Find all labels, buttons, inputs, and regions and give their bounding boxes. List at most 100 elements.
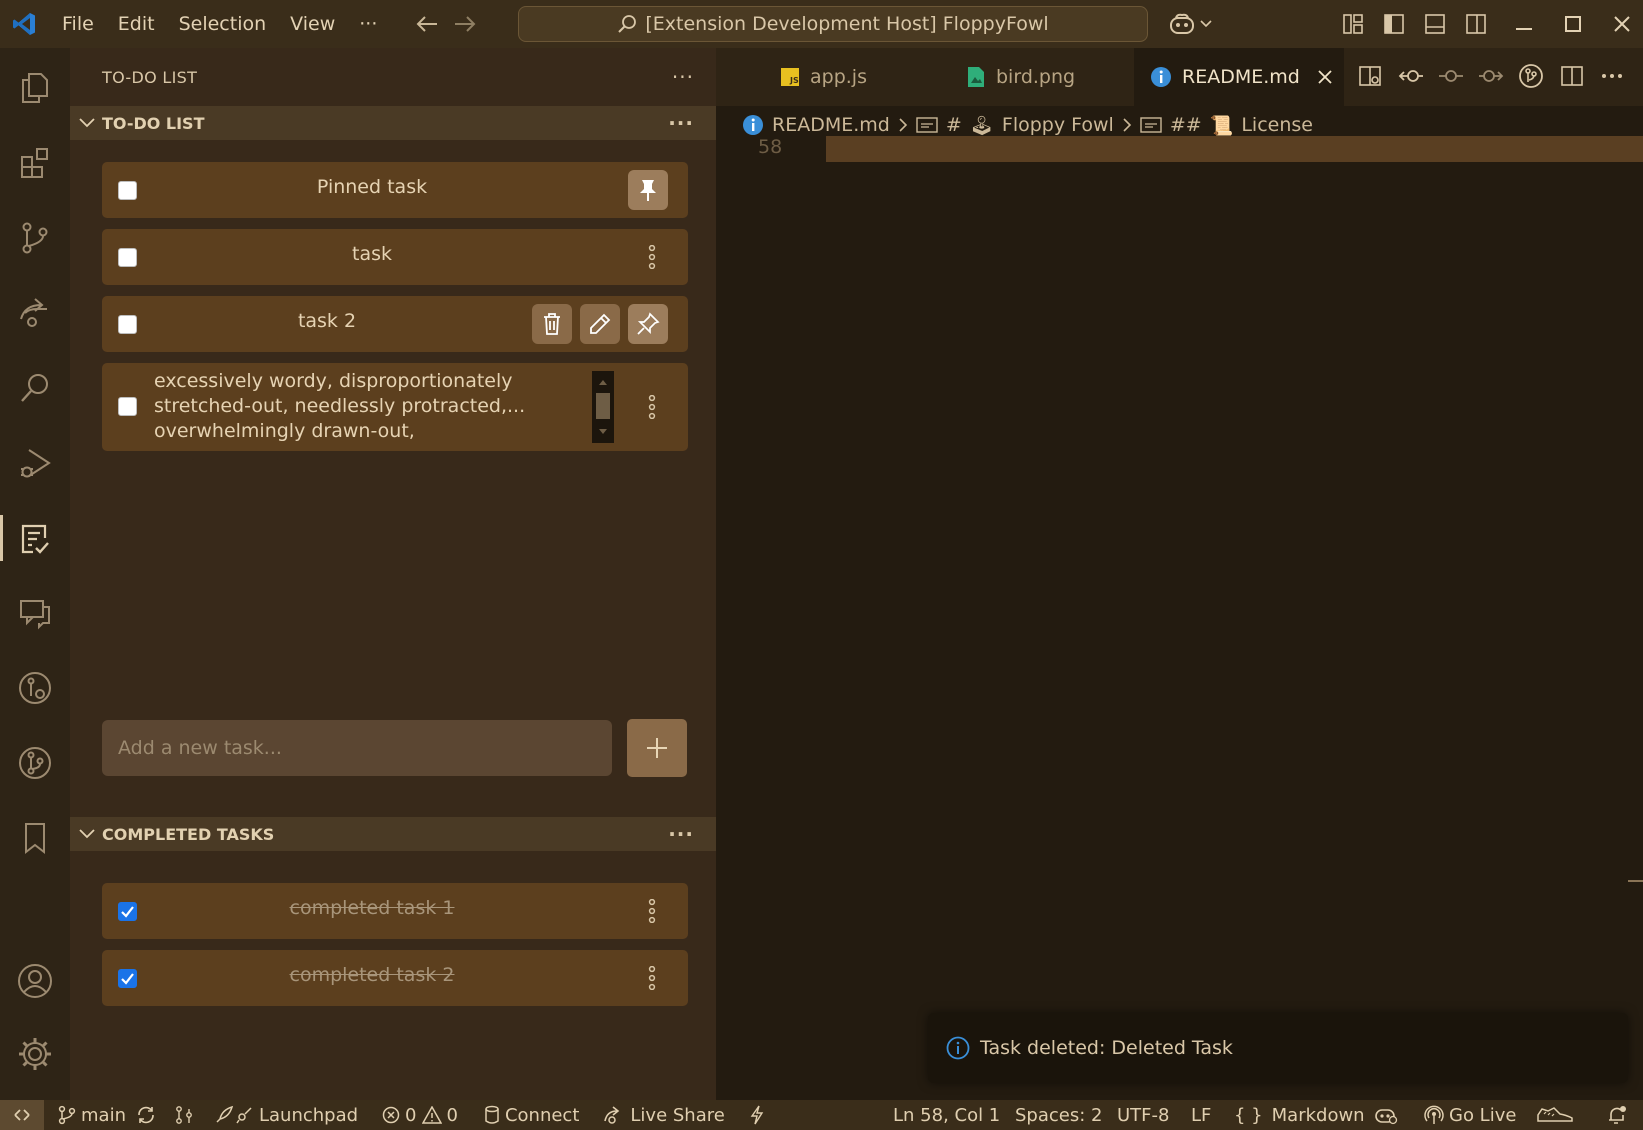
accounts-button[interactable] <box>0 946 70 1016</box>
toggle-panel-button[interactable] <box>1424 0 1446 48</box>
git-graph-button[interactable] <box>174 1105 194 1125</box>
task-checkbox[interactable] <box>118 181 137 200</box>
git-commit-button[interactable] <box>1438 64 1464 88</box>
manage-settings-button[interactable] <box>0 1019 70 1089</box>
todo-section-header[interactable]: TO-DO LIST ··· <box>70 106 716 140</box>
toggle-secondary-sidebar-button[interactable] <box>1465 0 1487 48</box>
vscode-logo-icon <box>0 0 48 48</box>
edit-task-button[interactable] <box>580 304 620 344</box>
copilot-menu-button[interactable] <box>1168 0 1212 48</box>
forward-arrow-icon[interactable] <box>453 14 477 34</box>
task-more-actions-icon[interactable] <box>642 896 662 926</box>
pin-task-button[interactable] <box>628 304 668 344</box>
explorer-button[interactable] <box>0 53 70 123</box>
split-editor-button[interactable] <box>1560 64 1584 88</box>
menu-more[interactable]: ··· <box>359 13 377 35</box>
notification-toast[interactable]: Task deleted: Deleted Task <box>928 1013 1628 1083</box>
completed-section-header[interactable]: COMPLETED TASKS ··· <box>70 817 716 851</box>
sidebar-more-actions[interactable]: ··· <box>672 65 694 89</box>
search-button[interactable] <box>0 353 70 423</box>
encoding[interactable]: UTF-8 <box>1117 1100 1169 1130</box>
gitlens-inspect-button[interactable] <box>0 653 70 723</box>
customize-layout-button[interactable] <box>1342 0 1364 48</box>
minimize-button[interactable] <box>1514 0 1534 48</box>
task-checkbox[interactable] <box>118 397 137 416</box>
remote-explorer-button[interactable] <box>0 278 70 348</box>
tab-app-js[interactable]: JS app.js <box>716 48 946 106</box>
completed-task-item[interactable]: completed task 2 <box>102 950 688 1006</box>
menu-view[interactable]: View <box>290 13 335 35</box>
rocket-icon <box>216 1105 252 1124</box>
breadcrumb-heading-2[interactable]: License <box>1241 114 1313 136</box>
branch-status[interactable]: main <box>58 1105 126 1126</box>
tab-readme-md[interactable]: README.md <box>1134 48 1344 106</box>
completed-section-more-actions[interactable]: ··· <box>668 822 694 846</box>
chevron-right-icon <box>899 118 907 132</box>
plus-icon <box>647 738 667 758</box>
breadcrumb-heading-1[interactable]: Floppy Fowl <box>1002 114 1114 136</box>
sync-icon <box>138 1106 154 1124</box>
completed-task-item[interactable]: completed task 1 <box>102 883 688 939</box>
tabnine-status[interactable] <box>1536 1100 1574 1130</box>
problems-button[interactable]: 0 0 <box>382 1105 458 1126</box>
command-center[interactable]: [Extension Development Host] FloppyFowl <box>518 6 1148 42</box>
delete-task-button[interactable] <box>532 304 572 344</box>
task-item[interactable]: task 2 <box>102 296 688 352</box>
bookmarks-button[interactable] <box>0 803 70 873</box>
task-checkbox[interactable] <box>118 248 137 267</box>
close-tab-icon[interactable] <box>1318 70 1332 84</box>
close-window-button[interactable] <box>1612 0 1632 48</box>
back-arrow-icon[interactable] <box>415 14 439 34</box>
comments-button[interactable] <box>0 578 70 648</box>
gitlens-button[interactable] <box>0 728 70 798</box>
task-more-actions-icon[interactable] <box>642 242 662 272</box>
svg-text:JS: JS <box>789 76 799 85</box>
task-checkbox-checked[interactable] <box>118 902 137 921</box>
editor-more-actions-button[interactable] <box>1600 64 1624 88</box>
task-text-scrollbar[interactable] <box>592 371 614 443</box>
open-changes-next-button[interactable] <box>1478 64 1504 88</box>
extensions-button[interactable] <box>0 128 70 198</box>
task-checkbox-checked[interactable] <box>118 969 137 988</box>
add-task-button[interactable] <box>627 719 687 777</box>
copilot-status[interactable] <box>1374 1100 1398 1130</box>
new-task-input[interactable] <box>102 720 612 776</box>
js-file-icon: JS <box>781 68 799 86</box>
task-more-actions-icon[interactable] <box>642 392 662 422</box>
task-item[interactable]: Pinned task <box>102 162 688 218</box>
go-live-button[interactable]: Go Live <box>1424 1100 1516 1130</box>
current-line-highlight[interactable] <box>826 136 1643 162</box>
open-changes-previous-button[interactable] <box>1398 64 1424 88</box>
todo-section-more-actions[interactable]: ··· <box>668 111 694 135</box>
indentation[interactable]: Spaces: 2 <box>1015 1100 1102 1130</box>
activity-bolt-button[interactable] <box>749 1105 765 1125</box>
toggle-primary-sidebar-button[interactable] <box>1383 0 1405 48</box>
task-more-actions-icon[interactable] <box>642 963 662 993</box>
task-item[interactable]: task <box>102 229 688 285</box>
tab-bird-png[interactable]: bird.png <box>946 48 1126 106</box>
todo-list-button[interactable] <box>0 503 70 573</box>
menu-selection[interactable]: Selection <box>179 13 267 35</box>
breadcrumb-file[interactable]: README.md <box>772 114 890 136</box>
source-control-button[interactable] <box>0 203 70 273</box>
status-bar: main Launchpad 0 0 Connect Live Share Ln… <box>0 1100 1643 1130</box>
sync-button[interactable] <box>136 1105 156 1125</box>
task-item[interactable]: excessively wordy, disproportionately st… <box>102 363 688 451</box>
unpin-button[interactable] <box>628 170 668 210</box>
task-checkbox[interactable] <box>118 315 137 334</box>
run-debug-button[interactable] <box>0 428 70 498</box>
live-share-button[interactable]: Live Share <box>603 1105 725 1126</box>
launchpad-button[interactable]: Launchpad <box>214 1105 358 1126</box>
end-of-line[interactable]: LF <box>1191 1100 1211 1130</box>
language-mode[interactable]: { } Markdown <box>1234 1100 1365 1130</box>
menu-edit[interactable]: Edit <box>118 13 155 35</box>
remote-indicator[interactable] <box>0 1100 44 1130</box>
gitlens-inspect-commit-button[interactable] <box>1518 63 1544 89</box>
cursor-position[interactable]: Ln 58, Col 1 <box>893 1100 1000 1130</box>
menu-file[interactable]: File <box>62 13 94 35</box>
open-preview-to-side-button[interactable] <box>1358 64 1382 88</box>
database-connect-button[interactable]: Connect <box>484 1105 579 1126</box>
maximize-button[interactable] <box>1563 0 1583 48</box>
comments-icon <box>20 600 50 630</box>
notifications-button[interactable] <box>1606 1100 1628 1130</box>
